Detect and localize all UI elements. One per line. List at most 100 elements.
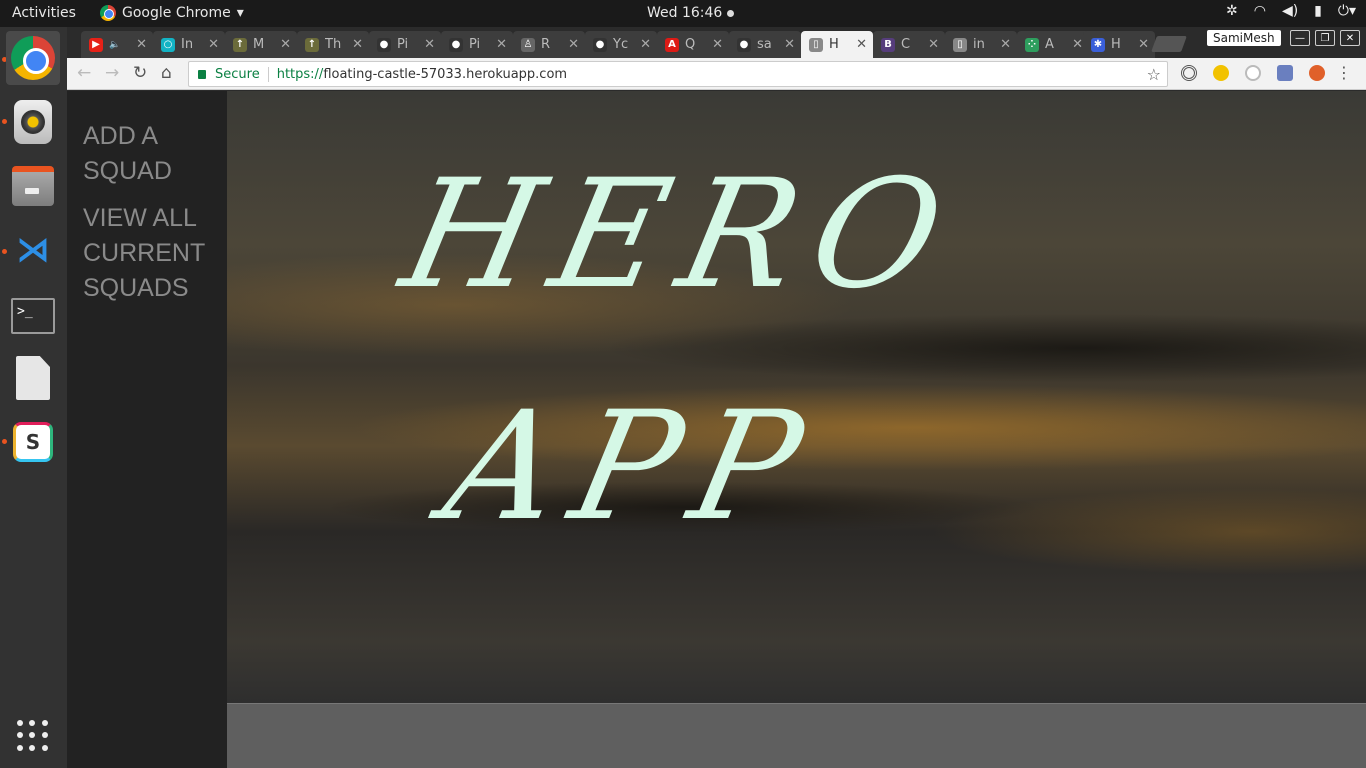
battery-icon[interactable]: ▮ (1314, 3, 1322, 19)
tab-close-icon[interactable]: ✕ (496, 37, 507, 52)
clock[interactable]: Wed 16:46 (647, 5, 735, 21)
slack-icon: S (13, 422, 53, 462)
dock-files[interactable] (6, 159, 60, 213)
url-scheme: https:// (276, 66, 324, 82)
tab-close-icon[interactable]: ✕ (1138, 37, 1149, 52)
web-page: ADD A SQUAD VIEW ALL CURRENT SQUADS HERO… (67, 91, 1366, 768)
address-bar[interactable]: Secure https://floating-castle-57033.her… (188, 61, 1168, 87)
tab-favicon-icon: A (665, 37, 679, 52)
tab-strip: ▶ 🔈 ✕ ○ In ✕ ↑ M ✕ ↑ Th ✕ ● Pi ✕ ● Pi ✕ ♙ R ✕ ● Yc ✕ A Q ✕ ● sa ✕ ▯ H ✕ B… (67, 27, 1366, 58)
volume-icon[interactable]: ◀) (1282, 3, 1298, 19)
tab-close-icon[interactable]: ✕ (928, 37, 939, 52)
hero-banner: HERO APP (227, 91, 1366, 703)
tab-title: Pi (397, 37, 409, 52)
tab-title: sa (757, 37, 772, 52)
tab-close-icon[interactable]: ✕ (712, 37, 723, 52)
tab-close-icon[interactable]: ✕ (784, 37, 795, 52)
browser-tab[interactable]: ● Pi ✕ (441, 31, 513, 58)
terminal-icon: >_ (11, 298, 55, 334)
tab-favicon-icon: ↑ (305, 37, 319, 52)
chrome-menu-icon[interactable]: ⋮ (1336, 63, 1352, 82)
system-top-bar: Activities Google Chrome ▾ Wed 16:46 ✲ ◠… (0, 0, 1366, 27)
tab-favicon-icon: ● (449, 37, 463, 52)
tab-favicon-icon: ♙ (521, 37, 535, 52)
tab-favicon-icon: ● (737, 37, 751, 52)
tab-close-icon[interactable]: ✕ (1072, 37, 1083, 52)
dock: ⋊ >_ S (0, 27, 67, 768)
tab-title: A (1045, 37, 1054, 52)
extension-fox-icon[interactable] (1309, 65, 1325, 81)
show-applications-button[interactable] (6, 709, 60, 763)
browser-tab[interactable]: ▯ in ✕ (945, 31, 1017, 58)
tab-close-icon[interactable]: ✕ (352, 37, 363, 52)
app-menu[interactable]: Google Chrome ▾ (100, 5, 244, 21)
tab-close-icon[interactable]: ✕ (1000, 37, 1011, 52)
back-button[interactable]: ← (77, 63, 91, 83)
tab-favicon-icon: ● (593, 37, 607, 52)
profile-button[interactable]: SamiMesh (1207, 30, 1281, 46)
settings-icon[interactable]: ✲ (1226, 3, 1238, 19)
tab-favicon-icon: ▯ (809, 37, 823, 52)
browser-tab[interactable]: ○ In ✕ (153, 31, 225, 58)
browser-tab[interactable]: ● Pi ✕ (369, 31, 441, 58)
tab-close-icon[interactable]: ✕ (136, 37, 147, 52)
browser-tab[interactable]: ♙ R ✕ (513, 31, 585, 58)
minimize-button[interactable]: — (1290, 30, 1310, 46)
dock-rhythmbox[interactable] (6, 95, 60, 149)
url-text[interactable]: https://floating-castle-57033.herokuapp.… (277, 67, 567, 82)
power-icon[interactable]: ⏻▾ (1338, 3, 1356, 19)
notification-dot-icon (727, 9, 735, 17)
dock-vscode[interactable]: ⋊ (6, 223, 60, 277)
browser-tab[interactable]: ● Yc ✕ (585, 31, 657, 58)
dock-text-editor[interactable] (6, 351, 60, 405)
new-tab-button[interactable] (1151, 36, 1187, 52)
tab-title: C (901, 37, 911, 52)
extension-circle-icon[interactable] (1245, 65, 1261, 81)
extension-puzzle-icon[interactable] (1277, 65, 1293, 81)
close-window-button[interactable]: ✕ (1340, 30, 1360, 46)
browser-tab[interactable]: B C ✕ (873, 31, 945, 58)
lock-icon[interactable] (198, 69, 206, 79)
reload-button[interactable]: ↻ (133, 63, 147, 83)
tab-title: Q (685, 37, 696, 52)
browser-tab[interactable]: ▶ 🔈 ✕ (81, 31, 153, 58)
dock-terminal[interactable]: >_ (6, 289, 60, 343)
extension-moon-icon[interactable] (1213, 65, 1229, 81)
nav-link-add-squad[interactable]: ADD A SQUAD (83, 119, 223, 189)
tab-close-icon[interactable]: ✕ (208, 37, 219, 52)
nav-link-view-squads[interactable]: VIEW ALL CURRENT SQUADS (83, 201, 223, 306)
forward-button[interactable]: → (105, 63, 119, 83)
tab-audio-icon[interactable]: 🔈 (109, 40, 120, 50)
tab-favicon-icon: ● (377, 37, 391, 52)
extension-target-icon[interactable] (1181, 65, 1197, 81)
tab-close-icon[interactable]: ✕ (856, 37, 867, 52)
app-name: Google Chrome (122, 5, 231, 21)
tab-favicon-icon: ✱ (1091, 37, 1105, 52)
tab-title: H (1111, 37, 1121, 52)
browser-tab[interactable]: ↑ Th ✕ (297, 31, 369, 58)
home-button[interactable]: ⌂ (161, 63, 172, 83)
tab-favicon-icon: B (881, 37, 895, 52)
tab-close-icon[interactable]: ✕ (640, 37, 651, 52)
maximize-button[interactable]: ❐ (1315, 30, 1335, 46)
tab-close-icon[interactable]: ✕ (424, 37, 435, 52)
browser-tab[interactable]: ✱ H ✕ (1083, 31, 1155, 58)
footer-band (227, 703, 1366, 768)
browser-tab[interactable]: A Q ✕ (657, 31, 729, 58)
tab-title: H (829, 37, 839, 52)
dock-chrome[interactable] (6, 31, 60, 85)
browser-tab[interactable]: ● sa ✕ (729, 31, 801, 58)
wifi-icon[interactable]: ◠ (1254, 3, 1266, 19)
browser-tab[interactable]: ▯ H ✕ (801, 31, 873, 58)
window-controls: — ❐ ✕ (1290, 30, 1360, 46)
bookmark-star-icon[interactable]: ☆ (1147, 65, 1161, 84)
tab-close-icon[interactable]: ✕ (568, 37, 579, 52)
browser-tab[interactable]: ↑ M ✕ (225, 31, 297, 58)
rhythmbox-icon (14, 100, 52, 144)
system-tray[interactable]: ✲ ◠ ◀) ▮ ⏻▾ (1226, 3, 1356, 19)
activities-button[interactable]: Activities (12, 5, 76, 21)
tab-close-icon[interactable]: ✕ (280, 37, 291, 52)
dock-slack[interactable]: S (6, 415, 60, 469)
security-label[interactable]: Secure (215, 66, 269, 82)
browser-tab[interactable]: ⁘ A ✕ (1017, 31, 1089, 58)
